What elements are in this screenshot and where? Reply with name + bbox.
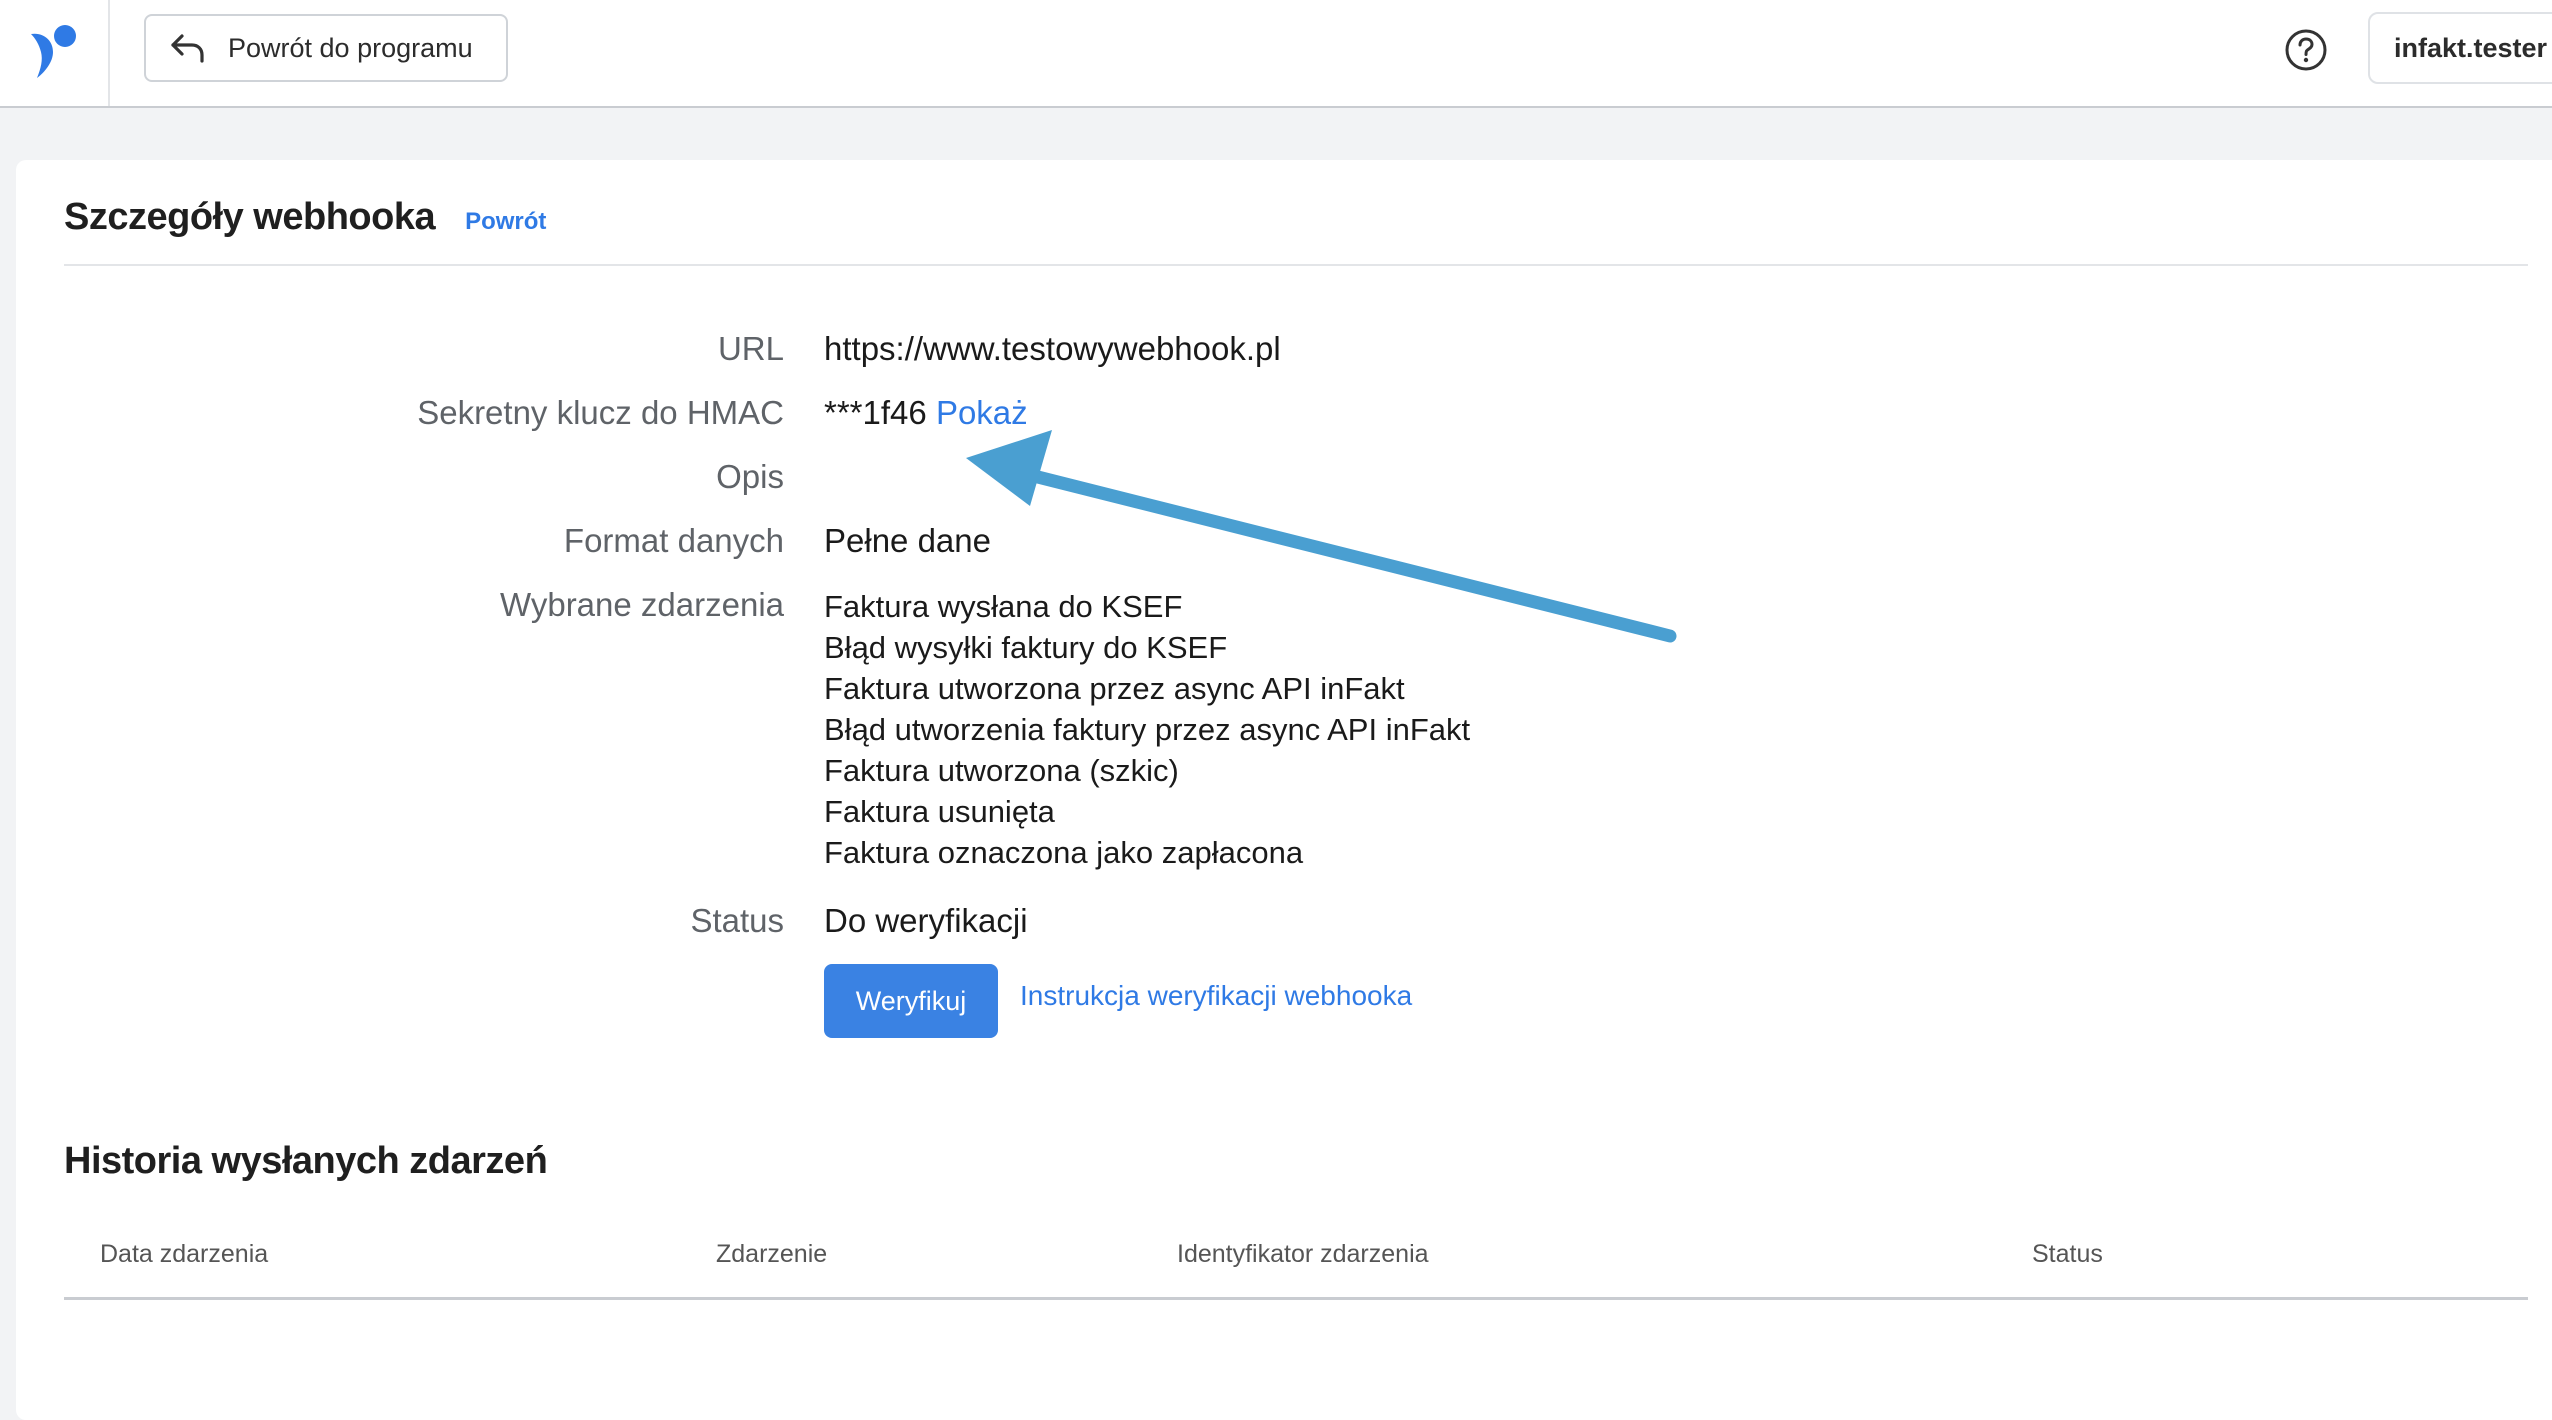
verify-button[interactable]: Weryfikuj: [824, 964, 998, 1038]
undo-arrow-icon: [168, 28, 208, 68]
page-title: Szczegóły webhooka: [64, 196, 436, 238]
hmac-label: Sekretny klucz do HMAC: [417, 394, 784, 431]
url-label: URL: [717, 330, 784, 367]
user-account-menu[interactable]: infakt.tester: [2368, 12, 2552, 84]
description-label: Opis: [716, 458, 784, 495]
list-item: Błąd utworzenia faktury przez async API …: [824, 712, 1471, 747]
show-secret-link[interactable]: Pokaż: [936, 394, 1028, 431]
back-to-program-button[interactable]: Powrót do programu: [144, 14, 508, 82]
history-title: Historia wysłanych zdarzeń: [64, 1140, 548, 1182]
events-label: Wybrane zdarzenia: [499, 586, 784, 623]
top-bar: Powrót do programu infakt.tester: [0, 0, 2552, 108]
events-row: Wybrane zdarzenia Faktura wysłana do KSE…: [16, 586, 1616, 886]
list-item: Błąd wysyłki faktury do KSEF: [824, 630, 1228, 665]
list-item: Faktura utworzona przez async API inFakt: [824, 671, 1405, 706]
page-header: Szczegóły webhooka Powrót: [64, 196, 2528, 266]
status-label: Status: [690, 902, 784, 939]
webhook-details-card: Szczegóły webhooka Powrót URL https://ww…: [16, 160, 2552, 1420]
history-table-header: Data zdarzenia Zdarzenie Identyfikator z…: [64, 1220, 2528, 1300]
status-value: Do weryfikacji: [824, 902, 1028, 939]
help-circle-icon[interactable]: [2284, 28, 2328, 72]
app-logo[interactable]: [0, 0, 110, 106]
list-item: Faktura oznaczona jako zapłacona: [824, 835, 1304, 870]
back-to-program-label: Powrót do programu: [228, 32, 473, 63]
list-item: Faktura wysłana do KSEF: [824, 589, 1183, 624]
format-label: Format danych: [563, 522, 784, 559]
column-header-event-id[interactable]: Identyfikator zdarzenia: [1177, 1240, 1429, 1269]
infakt-logo-icon: [27, 22, 81, 85]
column-header-event-date[interactable]: Data zdarzenia: [100, 1240, 268, 1269]
verification-instructions-link[interactable]: Instrukcja weryfikacji webhooka: [1020, 980, 1412, 1012]
url-value: https://www.testowywebhook.pl: [824, 330, 1281, 367]
hmac-value: ***1f46: [824, 394, 927, 431]
format-value: Pełne dane: [824, 522, 991, 559]
column-header-event[interactable]: Zdarzenie: [716, 1240, 827, 1269]
user-account-label: infakt.tester: [2394, 32, 2548, 63]
back-link[interactable]: Powrót: [465, 208, 546, 236]
hmac-value-wrap: ***1f46 Pokaż: [824, 394, 1028, 432]
events-list: Faktura wysłana do KSEF Błąd wysyłki fak…: [824, 586, 1470, 873]
column-header-status[interactable]: Status: [2032, 1240, 2103, 1269]
list-item: Faktura utworzona (szkic): [824, 753, 1179, 788]
list-item: Faktura usunięta: [824, 794, 1055, 829]
